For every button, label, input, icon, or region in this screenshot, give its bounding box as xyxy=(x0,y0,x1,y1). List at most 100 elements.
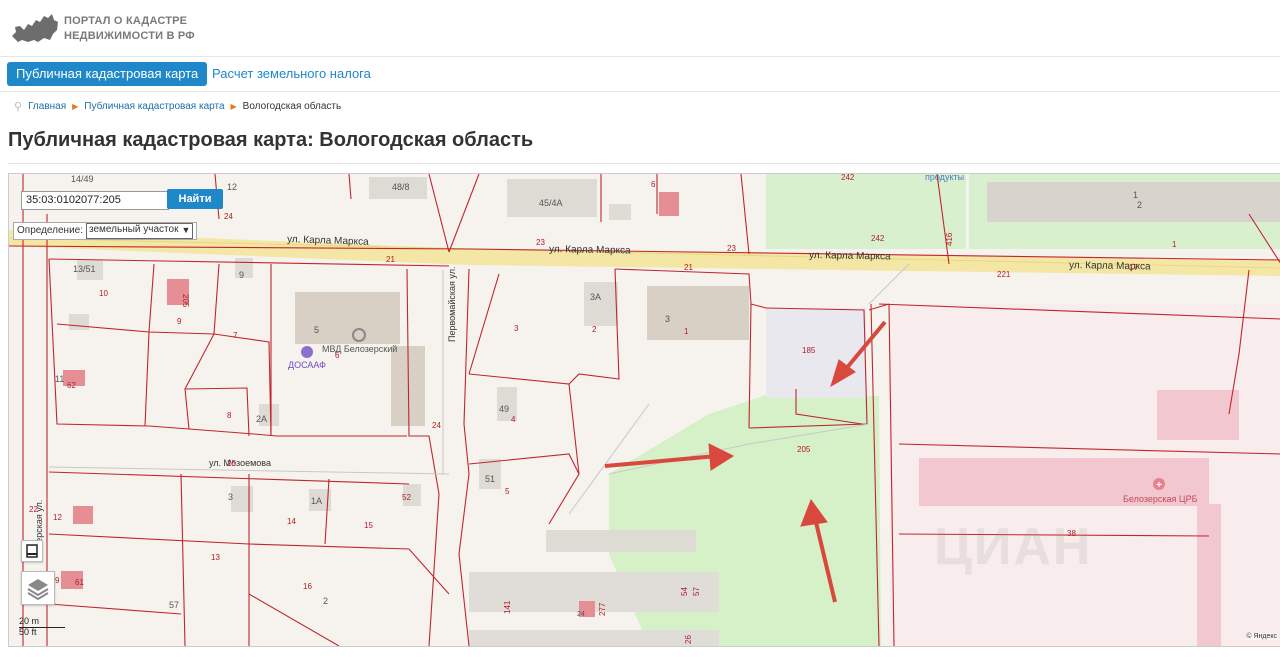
street-label: ул. Карла Маркса xyxy=(1069,260,1151,272)
street-label: ул. Карла Маркса xyxy=(549,244,631,256)
parcel-number: 9 xyxy=(177,317,182,326)
layers-icon xyxy=(27,579,49,601)
street-label: ул. Карла Маркса xyxy=(809,250,891,262)
chevron-right-icon: ▶ xyxy=(230,102,237,111)
building-number: 12 xyxy=(227,182,237,192)
building-number: 3 xyxy=(228,492,233,502)
building-number: 2 xyxy=(323,596,328,606)
parcel-number: 9 xyxy=(55,576,60,585)
breadcrumb-home[interactable]: Главная xyxy=(28,101,66,112)
building-number: 14/49 xyxy=(71,174,94,184)
parcel-number: 10 xyxy=(99,289,108,298)
parcel-number: 62 xyxy=(67,381,76,390)
parcel-number: 52 xyxy=(402,493,411,502)
hospital-building xyxy=(1157,390,1239,440)
building-number: 57 xyxy=(169,600,179,610)
cadastral-search-input[interactable]: 35:03:0102077:205 xyxy=(21,191,169,210)
parcel-number: 61 xyxy=(75,578,84,587)
parcel-number: 2 xyxy=(592,325,597,334)
ruler-icon xyxy=(26,544,38,558)
building-number: 1А xyxy=(311,496,322,506)
parcel-number: 4 xyxy=(511,415,516,424)
watermark: ЦИАН xyxy=(934,518,1093,576)
parcel-number: 15 xyxy=(364,521,373,530)
breadcrumb-current: Вологодская область xyxy=(242,101,342,112)
building xyxy=(987,182,1280,222)
green-area xyxy=(766,174,966,249)
parcel-number: 7 xyxy=(233,331,238,340)
building-number: 2А xyxy=(256,414,267,424)
scale-bar: 20 m 50 ft xyxy=(19,616,65,638)
parcel-number: 242 xyxy=(871,234,885,243)
parcel-number: 141 xyxy=(503,600,512,614)
parcel-number: 1 xyxy=(1172,240,1177,249)
map-copyright[interactable]: © Яндекс xyxy=(1246,633,1277,640)
parcel-number: 12 xyxy=(53,513,62,522)
building-number: 1 xyxy=(1133,190,1138,200)
main-nav: Публичная кадастровая карта Расчет земел… xyxy=(0,57,1280,92)
parcel-number: 17 xyxy=(1129,263,1138,272)
building-number: 3 xyxy=(665,314,670,324)
chevron-down-icon: ▼ xyxy=(181,225,191,235)
parcel-number: 16 xyxy=(303,582,312,591)
poi-label: ДОСААФ xyxy=(288,360,326,370)
parcel-number: 24 xyxy=(224,212,233,221)
parcel-number: 242 xyxy=(841,174,855,182)
chevron-right-icon: ▶ xyxy=(72,102,79,111)
building-number: 11 xyxy=(55,374,64,384)
building-number: 48/8 xyxy=(392,182,410,192)
russia-map-logo-icon[interactable] xyxy=(10,10,60,46)
building-number: 51 xyxy=(485,474,495,484)
logo-text[interactable]: ПОРТАЛ О КАДАСТРЕ НЕДВИЖИМОСТИ В РФ xyxy=(64,14,195,44)
poi-label: Белозерская ЦРБ xyxy=(1123,494,1198,504)
building xyxy=(584,282,618,326)
building-number: 45/4A xyxy=(539,198,563,208)
parcel-number: 23 xyxy=(727,244,736,253)
street-label: ул. Мозоемова xyxy=(209,458,271,468)
building xyxy=(609,204,631,220)
building-number: 9 xyxy=(239,270,244,280)
building-number: 2 xyxy=(1137,200,1142,210)
parcel-number: 5 xyxy=(505,487,510,496)
building xyxy=(659,192,679,216)
parcel-number: 25 xyxy=(227,459,236,468)
parcel-number: 22 xyxy=(29,505,38,514)
parcel-number: 277 xyxy=(598,602,607,616)
tab-cadastral-map[interactable]: Публичная кадастровая карта xyxy=(7,62,208,86)
hospital-building xyxy=(1197,504,1221,646)
building-number: 49 xyxy=(499,404,509,414)
divider xyxy=(8,163,1280,164)
building xyxy=(647,286,749,340)
parcel-number: 14 xyxy=(287,517,296,526)
search-button[interactable]: Найти xyxy=(167,189,223,209)
parcel-number: 6 xyxy=(335,351,340,360)
layers-button[interactable] xyxy=(21,571,55,605)
parcel-number: 416 xyxy=(945,232,954,246)
parcel-number: 221 xyxy=(997,270,1011,279)
parcel-number: 6 xyxy=(651,180,656,189)
building-number: 5 xyxy=(314,325,319,335)
definition-select[interactable]: земельный участок ▼ xyxy=(86,223,194,239)
breadcrumb-map[interactable]: Публичная кадастровая карта xyxy=(84,101,224,112)
parcel-number: 185 xyxy=(802,346,816,355)
tab-land-tax[interactable]: Расчет земельного налога xyxy=(212,62,371,86)
dosaaf-icon[interactable] xyxy=(301,346,313,358)
cadastral-map[interactable]: + ул. Карла Маркса ул. Карла Маркса ул. … xyxy=(8,173,1280,647)
parcel-number: 205 xyxy=(797,445,811,454)
parcel-number: 54 xyxy=(680,587,689,596)
building xyxy=(231,486,253,512)
site-header: ПОРТАЛ О КАДАСТРЕ НЕДВИЖИМОСТИ В РФ xyxy=(0,0,1280,57)
building xyxy=(469,630,719,646)
street-label: Первомайская ул. xyxy=(447,267,457,342)
building xyxy=(295,292,400,344)
poi-label: продукты xyxy=(925,174,964,182)
location-pin-icon: ⚲ xyxy=(14,101,23,113)
definition-selector: Определение: земельный участок ▼ xyxy=(13,222,198,240)
ruler-button[interactable] xyxy=(21,540,43,562)
parcel-number: 8 xyxy=(227,411,232,420)
parcel-number: 205 xyxy=(181,294,190,308)
definition-label: Определение: xyxy=(17,225,84,236)
parcel-number: 23 xyxy=(536,238,545,247)
parcel-number: 26 xyxy=(684,635,693,644)
parcel-185-fill xyxy=(766,308,866,398)
